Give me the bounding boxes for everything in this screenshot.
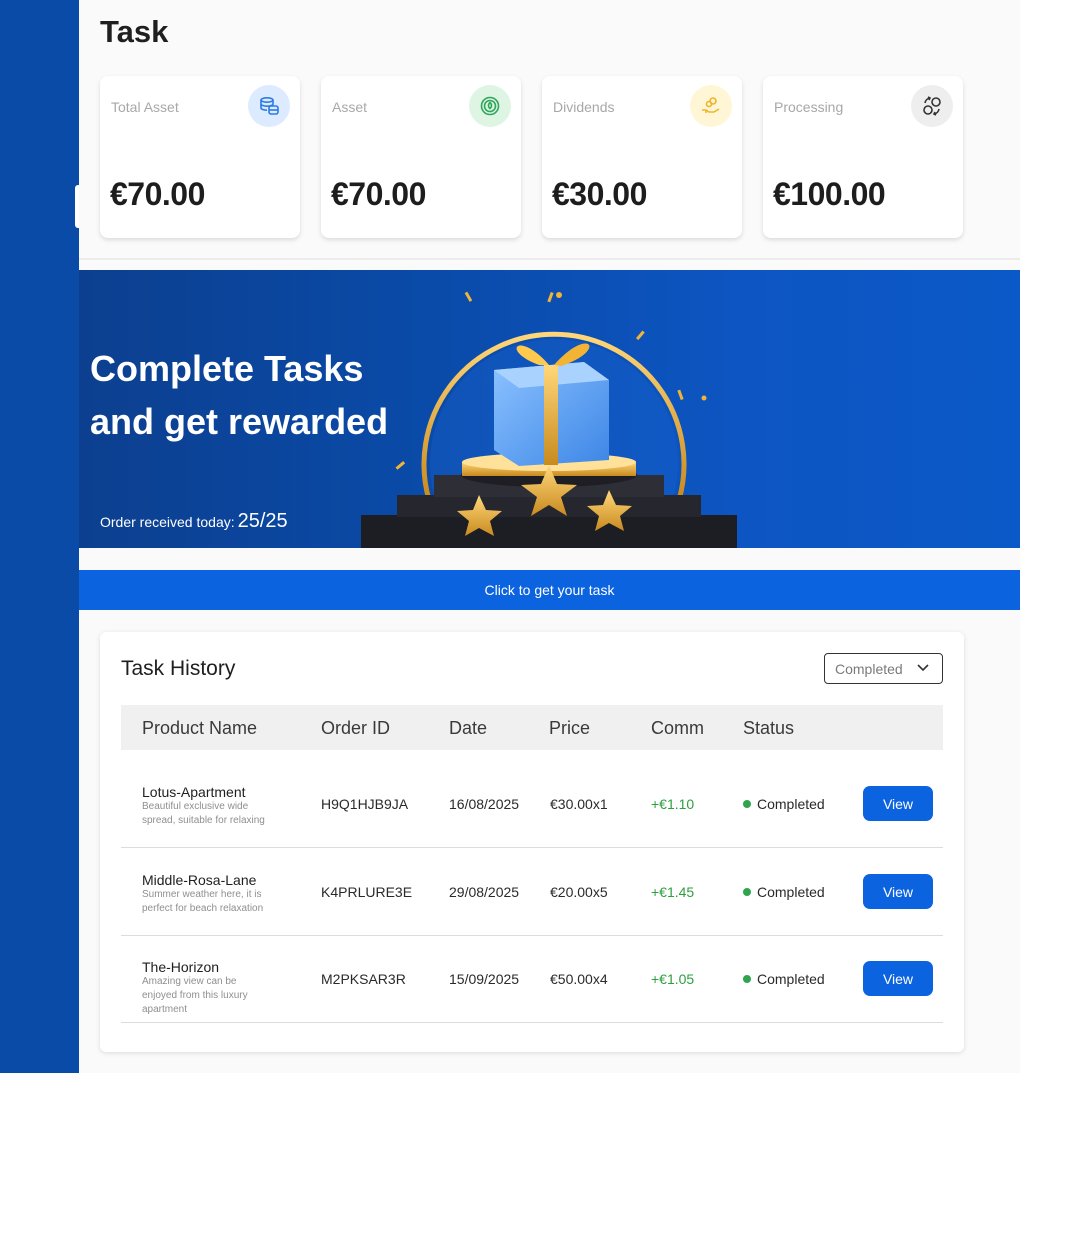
view-button[interactable]: View xyxy=(863,786,933,821)
orders-count: 25/25 xyxy=(237,510,288,532)
order-id: K4PRLURE3E xyxy=(321,884,413,900)
status-dot-icon xyxy=(743,888,751,896)
table-row: Lotus-Apartment Beautiful exclusive wide… xyxy=(121,760,943,848)
leaf-coin-icon xyxy=(469,85,511,127)
task-history-title: Task History xyxy=(121,657,236,680)
column-header: Comm xyxy=(651,718,704,738)
view-button[interactable]: View xyxy=(863,874,933,909)
order-id: H9Q1HJB9JA xyxy=(321,796,409,812)
chevron-down-icon xyxy=(917,664,929,672)
order-price: €20.00x5 xyxy=(550,884,608,900)
status-badge: Completed xyxy=(743,971,825,987)
product-name: Lotus-Apartment xyxy=(142,784,246,800)
card-label: Dividends xyxy=(553,99,615,115)
card-label: Asset xyxy=(332,99,368,115)
card-total-asset: Total Asset €70.00 xyxy=(100,76,300,238)
card-label: Total Asset xyxy=(111,99,179,115)
column-header: Product Name xyxy=(142,718,258,738)
status-text: Completed xyxy=(757,796,825,812)
status-filter-select[interactable]: Completed xyxy=(824,653,943,684)
column-header: Date xyxy=(449,718,488,738)
product-name: Middle-Rosa-Lane xyxy=(142,872,257,888)
status-text: Completed xyxy=(757,971,825,987)
product-description: Amazing view can be enjoyed from this lu… xyxy=(142,976,248,1015)
banner-title-line2: and get rewarded xyxy=(90,401,389,442)
table-header: Product Name Order ID Date Price Comm St… xyxy=(121,705,943,750)
card-value: €70.00 xyxy=(110,176,205,212)
get-task-button[interactable]: Click to get your task xyxy=(79,570,1020,610)
hand-coins-icon xyxy=(690,85,732,127)
exchange-icon xyxy=(911,85,953,127)
section-divider xyxy=(79,258,1020,260)
card-dividends: Dividends €30.00 xyxy=(542,76,742,238)
column-header: Price xyxy=(549,718,591,738)
order-id: M2PKSAR3R xyxy=(321,971,406,987)
column-header: Order ID xyxy=(321,718,391,738)
card-label: Processing xyxy=(774,99,844,115)
order-date: 15/09/2025 xyxy=(449,971,520,987)
orders-label: Order received today: xyxy=(100,514,235,530)
table-row: Middle-Rosa-Lane Summer weather here, it… xyxy=(121,848,943,936)
order-price: €50.00x4 xyxy=(550,971,608,987)
status-dot-icon xyxy=(743,800,751,808)
order-price: €30.00x1 xyxy=(550,796,608,812)
order-commission: +€1.45 xyxy=(651,884,695,900)
card-value: €30.00 xyxy=(552,176,647,212)
product-description: Beautiful exclusive wide spread, suitabl… xyxy=(142,801,265,826)
main-content: Task Total Asset €70.00 Asset €70.00 Div… xyxy=(79,0,1020,1073)
table-row: The-Horizon Amazing view can be enjoyed … xyxy=(121,935,943,1023)
order-date: 29/08/2025 xyxy=(449,884,520,900)
status-badge: Completed xyxy=(743,884,825,900)
orders-received: Order received today: 25/25 xyxy=(100,510,288,533)
status-badge: Completed xyxy=(743,796,825,812)
card-value: €70.00 xyxy=(331,176,426,212)
order-commission: +€1.10 xyxy=(651,796,695,812)
sidebar xyxy=(0,0,81,1073)
gift-podium-illustration xyxy=(361,291,737,548)
card-value: €100.00 xyxy=(773,176,886,212)
task-history-panel: Task History Completed Product Name Orde… xyxy=(100,632,964,1052)
banner-title-line1: Complete Tasks xyxy=(90,348,364,389)
status-dot-icon xyxy=(743,975,751,983)
page-title: Task xyxy=(100,14,169,49)
column-header: Status xyxy=(743,718,795,738)
status-filter-value: Completed xyxy=(835,660,903,677)
view-button[interactable]: View xyxy=(863,961,933,996)
status-text: Completed xyxy=(757,884,825,900)
coins-stack-icon xyxy=(248,85,290,127)
order-commission: +€1.05 xyxy=(651,971,695,987)
promo-banner: Complete Tasks and get rewarded Order re… xyxy=(79,270,1020,548)
order-date: 16/08/2025 xyxy=(449,796,520,812)
banner-title: Complete Tasks and get rewarded xyxy=(90,342,388,448)
card-asset: Asset €70.00 xyxy=(321,76,521,238)
card-processing: Processing €100.00 xyxy=(763,76,963,238)
product-name: The-Horizon xyxy=(142,959,220,975)
product-description: Summer weather here, it is perfect for b… xyxy=(142,889,264,914)
